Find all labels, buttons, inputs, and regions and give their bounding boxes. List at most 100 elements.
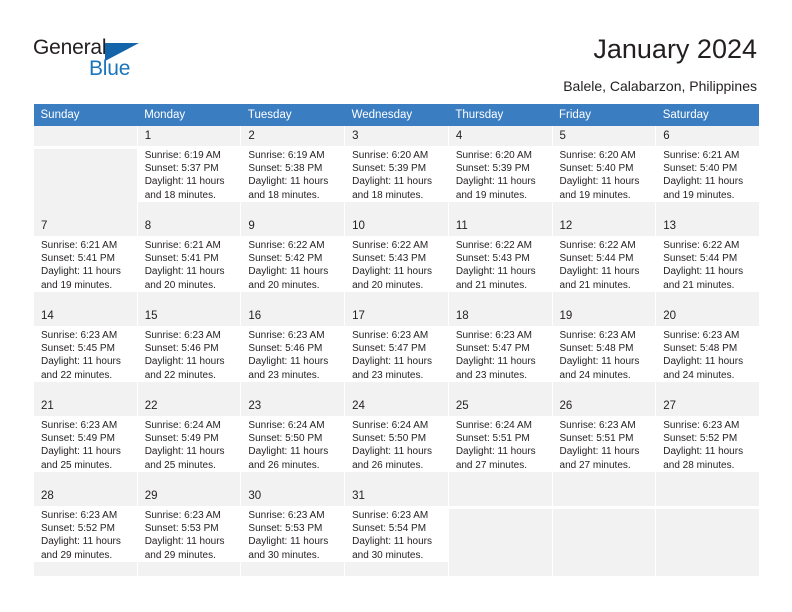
day-details: Sunrise: 6:20 AM Sunset: 5:39 PM Daylight:… <box>448 146 552 202</box>
daylight-text-line1: Daylight: 11 hours <box>663 266 744 278</box>
weekday-header-saturday: Saturday <box>655 104 760 126</box>
day-details: Sunrise: 6:20 AM Sunset: 5:39 PM Daylight:… <box>345 146 448 202</box>
sunrise-text: Sunrise: 6:22 AM <box>455 240 532 251</box>
day-details: Sunrise: 6:23 AM Sunset: 5:53 PM Daylight:… <box>241 506 345 562</box>
calendar-day-cell[interactable]: 10 Sunrise: 6:22 AM Sunset: 5:43 PM Dayligh… <box>344 216 449 306</box>
calendar-day-cell[interactable]: 12 Sunrise: 6:22 AM Sunset: 5:44 PM Dayligh… <box>551 216 657 306</box>
page-header: General Blue January 2024 Balele, Calaba… <box>0 0 792 104</box>
sunrise-text: Sunrise: 6:23 AM <box>144 510 221 521</box>
sunrise-text: Sunrise: 6:21 AM <box>41 240 118 251</box>
calendar-day-cell[interactable]: 26 Sunrise: 6:23 AM Sunset: 5:51 PM Dayligh… <box>551 396 657 486</box>
calendar-day-cell[interactable]: 16 Sunrise: 6:23 AM Sunset: 5:46 PM Dayligh… <box>240 306 346 396</box>
day-details: Sunrise: 6:23 AM Sunset: 5:51 PM Daylight:… <box>552 416 656 472</box>
day-number: 9 <box>248 220 255 232</box>
calendar-day-cell[interactable]: 24 Sunrise: 6:24 AM Sunset: 5:50 PM Dayligh… <box>344 396 449 486</box>
sunrise-text: Sunrise: 6:23 AM <box>352 330 429 341</box>
day-details: Sunrise: 6:23 AM Sunset: 5:46 PM Daylight:… <box>241 326 345 382</box>
sunset-text: Sunset: 5:52 PM <box>41 523 115 535</box>
calendar-cell-empty <box>447 486 553 576</box>
calendar-day-cell[interactable]: 5 Sunrise: 6:20 AM Sunset: 5:40 PM Daylight… <box>551 126 657 216</box>
calendar-day-cell[interactable]: 19 Sunrise: 6:23 AM Sunset: 5:48 PM Dayligh… <box>551 306 657 396</box>
daylight-text-line1: Daylight: 11 hours <box>352 446 432 458</box>
sunrise-text: Sunrise: 6:23 AM <box>41 510 118 521</box>
calendar-day-cell[interactable]: 27 Sunrise: 6:23 AM Sunset: 5:52 PM Dayligh… <box>655 396 760 486</box>
day-number: 1 <box>144 130 152 142</box>
day-details: Sunrise: 6:22 AM Sunset: 5:42 PM Daylight:… <box>241 236 345 292</box>
calendar-day-cell[interactable]: 17 Sunrise: 6:23 AM Sunset: 5:47 PM Dayligh… <box>344 306 449 396</box>
daylight-text-line2: and 29 minutes. <box>41 549 113 561</box>
calendar-day-cell[interactable]: 4 Sunrise: 6:20 AM Sunset: 5:39 PM Daylight… <box>447 126 553 216</box>
calendar-day-cell[interactable]: 7 Sunrise: 6:21 AM Sunset: 5:41 PM Daylight… <box>33 216 138 306</box>
calendar-day-cell[interactable]: 3 Sunrise: 6:20 AM Sunset: 5:39 PM Daylight… <box>344 126 449 216</box>
daylight-text-line2: and 26 minutes. <box>352 459 424 471</box>
day-number: 15 <box>144 310 158 322</box>
calendar-day-cell[interactable]: 25 Sunrise: 6:24 AM Sunset: 5:51 PM Dayligh… <box>447 396 553 486</box>
daylight-text-line2: and 23 minutes. <box>352 369 424 381</box>
daylight-text-line2: and 30 minutes. <box>248 549 320 561</box>
calendar-day-cell[interactable]: 23 Sunrise: 6:24 AM Sunset: 5:50 PM Dayligh… <box>240 396 346 486</box>
day-details: Sunrise: 6:23 AM Sunset: 5:47 PM Daylight:… <box>448 326 552 382</box>
calendar-week-row: 14 Sunrise: 6:23 AM Sunset: 5:45 PM Dayligh… <box>33 306 760 396</box>
calendar-day-cell[interactable]: 14 Sunrise: 6:23 AM Sunset: 5:45 PM Dayligh… <box>33 306 138 396</box>
daylight-text-line2: and 27 minutes. <box>559 459 631 471</box>
calendar-day-cell[interactable]: 22 Sunrise: 6:24 AM Sunset: 5:49 PM Dayligh… <box>136 396 242 486</box>
weekday-header-thursday: Thursday <box>448 104 553 126</box>
daylight-text-line1: Daylight: 11 hours <box>559 446 640 458</box>
sunset-text: Sunset: 5:44 PM <box>663 253 738 265</box>
calendar-day-cell[interactable]: 11 Sunrise: 6:22 AM Sunset: 5:43 PM Dayligh… <box>447 216 553 306</box>
sunset-text: Sunset: 5:45 PM <box>41 343 115 355</box>
daylight-text-line1: Daylight: 11 hours <box>559 356 640 368</box>
day-number: 20 <box>663 310 677 322</box>
calendar-day-cell[interactable]: 2 Sunrise: 6:19 AM Sunset: 5:38 PM Daylight… <box>240 126 346 216</box>
day-number: 4 <box>455 130 463 142</box>
sunrise-text: Sunrise: 6:23 AM <box>559 420 636 431</box>
sunrise-text: Sunrise: 6:19 AM <box>144 150 221 161</box>
day-details: Sunrise: 6:20 AM Sunset: 5:40 PM Daylight:… <box>552 146 656 202</box>
calendar-header-row: Sunday Monday Tuesday Wednesday Thursday… <box>33 104 760 126</box>
sunrise-text: Sunrise: 6:23 AM <box>41 420 118 431</box>
sunrise-text: Sunrise: 6:24 AM <box>248 420 325 431</box>
general-blue-logo[interactable]: General Blue <box>33 36 163 84</box>
day-details: Sunrise: 6:22 AM Sunset: 5:43 PM Daylight:… <box>345 236 448 292</box>
calendar-week-row: 1 Sunrise: 6:19 AM Sunset: 5:37 PM Daylight… <box>33 126 760 216</box>
calendar-day-cell[interactable]: 15 Sunrise: 6:23 AM Sunset: 5:46 PM Dayligh… <box>136 306 242 396</box>
calendar-day-cell[interactable]: 6 Sunrise: 6:21 AM Sunset: 5:40 PM Daylight… <box>655 126 760 216</box>
daylight-text-line2: and 24 minutes. <box>663 369 735 381</box>
sunset-text: Sunset: 5:51 PM <box>455 433 530 445</box>
daylight-text-line1: Daylight: 11 hours <box>663 446 744 458</box>
calendar-day-cell[interactable]: 13 Sunrise: 6:22 AM Sunset: 5:44 PM Dayligh… <box>655 216 760 306</box>
day-number: 2 <box>248 130 255 142</box>
day-details: Sunrise: 6:21 AM Sunset: 5:41 PM Daylight:… <box>137 236 241 292</box>
sunset-text: Sunset: 5:51 PM <box>559 433 634 445</box>
sunrise-text: Sunrise: 6:23 AM <box>41 330 118 341</box>
daylight-text-line1: Daylight: 11 hours <box>248 536 329 548</box>
calendar-day-cell[interactable]: 21 Sunrise: 6:23 AM Sunset: 5:49 PM Dayligh… <box>33 396 138 486</box>
day-number: 27 <box>663 400 677 412</box>
calendar-day-cell[interactable]: 29 Sunrise: 6:23 AM Sunset: 5:53 PM Dayligh… <box>136 486 242 576</box>
calendar-day-cell[interactable]: 8 Sunrise: 6:21 AM Sunset: 5:41 PM Daylight… <box>136 216 242 306</box>
calendar-day-cell[interactable]: 20 Sunrise: 6:23 AM Sunset: 5:48 PM Dayligh… <box>655 306 760 396</box>
page-subtitle: Balele, Calabarzon, Philippines <box>563 78 757 94</box>
calendar-day-cell[interactable]: 1 Sunrise: 6:19 AM Sunset: 5:37 PM Daylight… <box>136 126 242 216</box>
calendar-day-cell[interactable]: 28 Sunrise: 6:23 AM Sunset: 5:52 PM Dayligh… <box>33 486 138 576</box>
calendar-week-row: 28 Sunrise: 6:23 AM Sunset: 5:52 PM Dayligh… <box>33 486 760 576</box>
day-number: 24 <box>352 400 365 412</box>
daylight-text-line2: and 21 minutes. <box>663 279 735 291</box>
day-details: Sunrise: 6:23 AM Sunset: 5:54 PM Daylight:… <box>345 506 448 562</box>
daylight-text-line1: Daylight: 11 hours <box>41 446 121 458</box>
sunset-text: Sunset: 5:47 PM <box>352 343 427 355</box>
calendar-day-cell[interactable]: 9 Sunrise: 6:22 AM Sunset: 5:42 PM Daylight… <box>240 216 346 306</box>
sunset-text: Sunset: 5:37 PM <box>144 163 219 175</box>
daylight-text-line1: Daylight: 11 hours <box>248 176 329 188</box>
day-number: 30 <box>248 490 262 502</box>
daylight-text-line2: and 21 minutes. <box>559 279 631 291</box>
sunset-text: Sunset: 5:38 PM <box>248 163 323 175</box>
sunrise-text: Sunrise: 6:23 AM <box>559 330 636 341</box>
daylight-text-line2: and 22 minutes. <box>144 369 216 381</box>
calendar-day-cell[interactable]: 18 Sunrise: 6:23 AM Sunset: 5:47 PM Dayligh… <box>447 306 553 396</box>
sunrise-text: Sunrise: 6:24 AM <box>144 420 221 431</box>
day-number: 19 <box>559 310 573 322</box>
calendar-day-cell[interactable]: 30 Sunrise: 6:23 AM Sunset: 5:53 PM Dayligh… <box>240 486 346 576</box>
calendar-day-cell[interactable]: 31 Sunrise: 6:23 AM Sunset: 5:54 PM Dayligh… <box>344 486 449 576</box>
daylight-text-line1: Daylight: 11 hours <box>248 356 329 368</box>
